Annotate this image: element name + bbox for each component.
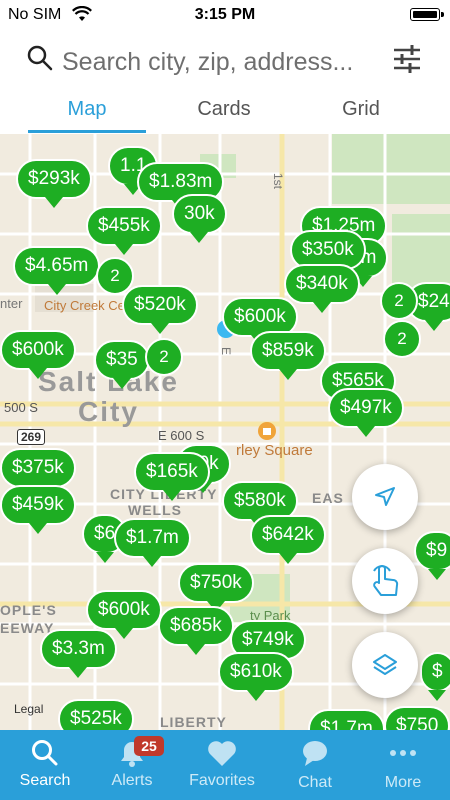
tab-cards[interactable]: Cards — [165, 98, 283, 121]
nav-favorites-label: Favorites — [189, 772, 255, 789]
cluster-marker[interactable]: 2 — [383, 320, 421, 358]
listing-pin[interactable]: $750 — [384, 706, 450, 730]
map-label-eas: EAS — [312, 490, 344, 506]
map-layers-button[interactable] — [352, 632, 418, 698]
status-bar: No SIM 3:15 PM — [0, 0, 450, 30]
cluster-marker[interactable]: 2 — [145, 338, 183, 376]
listing-pin[interactable]: $600k — [86, 590, 162, 639]
listing-pin[interactable]: $455k — [86, 206, 162, 255]
tab-map[interactable]: Map — [28, 98, 146, 121]
layers-icon — [373, 654, 397, 675]
shopping-poi-icon — [258, 422, 276, 440]
battery-icon — [410, 8, 444, 21]
listing-pin[interactable]: $1.7m — [114, 518, 191, 567]
nav-search-label: Search — [19, 772, 71, 789]
nav-alerts-label: Alerts — [111, 772, 153, 789]
nav-favorites[interactable]: Favorites — [177, 730, 267, 800]
listing-pin[interactable]: $859k — [250, 331, 326, 380]
listing-pin[interactable]: $525k — [58, 699, 134, 730]
listing-pin[interactable]: $750k — [178, 563, 254, 612]
listing-pin[interactable]: 30k — [172, 194, 227, 243]
listing-pin[interactable]: $685k — [158, 606, 234, 655]
listing-pin[interactable]: $9 — [414, 531, 450, 580]
legal-link[interactable]: Legal — [14, 702, 43, 716]
more-icon — [390, 750, 416, 756]
view-tabs: Map Cards Grid — [0, 90, 450, 134]
listing-pin[interactable]: $375k — [0, 448, 76, 497]
filter-icon[interactable] — [392, 42, 422, 76]
active-tab-indicator — [28, 130, 146, 133]
route-shield: 269 — [17, 429, 46, 445]
search-icon — [27, 45, 53, 71]
cluster-marker[interactable]: 2 — [380, 282, 418, 320]
listing-pin[interactable]: $4.65m — [13, 246, 101, 295]
nav-more[interactable]: More — [358, 730, 448, 800]
listing-pin[interactable]: $642k — [250, 515, 326, 564]
search-icon — [32, 740, 58, 766]
listing-pin[interactable]: $497k — [328, 388, 404, 437]
search-input[interactable] — [60, 44, 384, 80]
map-label-peoples: OPLE'S — [0, 602, 57, 618]
nav-chat[interactable]: Chat — [270, 730, 360, 800]
listing-pin[interactable]: $ — [420, 652, 450, 701]
bottom-tab-bar: Search Alerts 25 Favorites Chat More — [0, 730, 450, 800]
clock: 3:15 PM — [194, 6, 256, 23]
chat-icon — [303, 741, 327, 766]
listing-pin[interactable]: $1.7m — [308, 709, 385, 730]
alerts-badge: 25 — [134, 736, 164, 756]
locate-me-button[interactable] — [352, 464, 418, 530]
listing-pin[interactable]: $340k — [284, 264, 360, 313]
listing-pin[interactable]: $610k — [218, 652, 294, 701]
map-label-e: E — [219, 346, 234, 356]
map-label-liberty: LIBERTY — [160, 714, 227, 730]
search-bar — [0, 30, 450, 90]
map-label-500s: 500 S — [4, 400, 38, 415]
listing-pin[interactable]: $293k — [16, 159, 92, 208]
listing-pin[interactable]: $3.3m — [40, 629, 117, 678]
map-label-nter: nter — [0, 296, 23, 311]
listing-pin[interactable]: $520k — [122, 285, 198, 334]
hand-pointer-icon — [373, 565, 399, 596]
listing-pin[interactable]: $165k — [134, 452, 210, 501]
map-label-square: rley Square — [236, 442, 313, 459]
map-label-wells: WELLS — [128, 502, 182, 518]
map-label-1st: 1st — [271, 172, 286, 190]
nav-chat-label: Chat — [298, 774, 332, 791]
draw-search-button[interactable] — [352, 548, 418, 614]
nav-search[interactable]: Search — [0, 730, 90, 800]
nav-more-label: More — [384, 774, 422, 791]
map-label-city: City — [78, 396, 139, 427]
heart-icon — [208, 741, 236, 766]
map-label-e600s: E 600 S — [158, 428, 205, 443]
cluster-marker[interactable]: 2 — [96, 257, 134, 295]
tab-grid[interactable]: Grid — [302, 98, 420, 121]
listing-pin[interactable]: $459k — [0, 485, 76, 534]
location-arrow-icon — [375, 487, 395, 506]
listing-pin[interactable]: $35 — [94, 340, 150, 389]
listing-pin[interactable]: $600k — [0, 330, 76, 379]
map-view[interactable]: City Creek Center nter Salt Lake City 50… — [0, 134, 450, 730]
